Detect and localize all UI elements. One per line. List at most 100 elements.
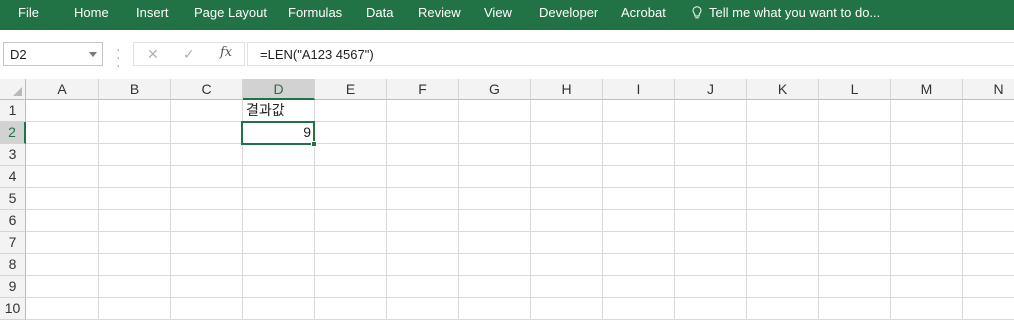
insert-function-button[interactable]: fx xyxy=(220,45,232,60)
cell-m1[interactable] xyxy=(891,100,963,122)
cell-d7[interactable] xyxy=(243,232,315,254)
tab-developer[interactable]: Developer xyxy=(539,0,598,30)
cell-l5[interactable] xyxy=(819,188,891,210)
cell-d6[interactable] xyxy=(243,210,315,232)
cell-e6[interactable] xyxy=(315,210,387,232)
cell-k2[interactable] xyxy=(747,122,819,144)
cell-n5[interactable] xyxy=(963,188,1014,210)
cell-k10[interactable] xyxy=(747,298,819,320)
cell-g6[interactable] xyxy=(459,210,531,232)
cell-a2[interactable] xyxy=(26,122,99,144)
cell-i5[interactable] xyxy=(603,188,675,210)
cell-d1[interactable]: 결과값 xyxy=(243,100,315,122)
cell-e3[interactable] xyxy=(315,144,387,166)
tab-page-layout[interactable]: Page Layout xyxy=(194,0,267,30)
column-header-m[interactable]: M xyxy=(891,79,963,100)
cell-e5[interactable] xyxy=(315,188,387,210)
cell-a7[interactable] xyxy=(26,232,99,254)
cell-e8[interactable] xyxy=(315,254,387,276)
cell-l1[interactable] xyxy=(819,100,891,122)
cell-e4[interactable] xyxy=(315,166,387,188)
cell-m4[interactable] xyxy=(891,166,963,188)
cell-m3[interactable] xyxy=(891,144,963,166)
cell-n3[interactable] xyxy=(963,144,1014,166)
cell-g4[interactable] xyxy=(459,166,531,188)
cell-c1[interactable] xyxy=(171,100,243,122)
cell-m8[interactable] xyxy=(891,254,963,276)
cell-g2[interactable] xyxy=(459,122,531,144)
cell-h4[interactable] xyxy=(531,166,603,188)
cell-f10[interactable] xyxy=(387,298,459,320)
cell-e1[interactable] xyxy=(315,100,387,122)
cell-d8[interactable] xyxy=(243,254,315,276)
cell-g10[interactable] xyxy=(459,298,531,320)
tab-insert[interactable]: Insert xyxy=(136,0,169,30)
cell-j7[interactable] xyxy=(675,232,747,254)
cell-i1[interactable] xyxy=(603,100,675,122)
cell-f4[interactable] xyxy=(387,166,459,188)
cell-m9[interactable] xyxy=(891,276,963,298)
cell-k5[interactable] xyxy=(747,188,819,210)
column-header-a[interactable]: A xyxy=(26,79,99,100)
cell-e10[interactable] xyxy=(315,298,387,320)
cell-b4[interactable] xyxy=(99,166,171,188)
name-box[interactable]: D2 xyxy=(3,42,103,66)
select-all-button[interactable] xyxy=(0,79,26,100)
cell-m10[interactable] xyxy=(891,298,963,320)
cell-n6[interactable] xyxy=(963,210,1014,232)
cell-c5[interactable] xyxy=(171,188,243,210)
cell-g5[interactable] xyxy=(459,188,531,210)
cell-e9[interactable] xyxy=(315,276,387,298)
cell-e7[interactable] xyxy=(315,232,387,254)
cell-k3[interactable] xyxy=(747,144,819,166)
cell-c7[interactable] xyxy=(171,232,243,254)
cell-j2[interactable] xyxy=(675,122,747,144)
cell-l7[interactable] xyxy=(819,232,891,254)
column-header-n[interactable]: N xyxy=(963,79,1014,100)
cell-h3[interactable] xyxy=(531,144,603,166)
cell-h7[interactable] xyxy=(531,232,603,254)
cell-l2[interactable] xyxy=(819,122,891,144)
cell-h6[interactable] xyxy=(531,210,603,232)
cell-m2[interactable] xyxy=(891,122,963,144)
cell-b1[interactable] xyxy=(99,100,171,122)
row-header-8[interactable]: 8 xyxy=(0,254,26,276)
column-header-i[interactable]: I xyxy=(603,79,675,100)
cell-g3[interactable] xyxy=(459,144,531,166)
cell-d2[interactable]: 9 xyxy=(243,122,315,144)
cell-l9[interactable] xyxy=(819,276,891,298)
tab-view[interactable]: View xyxy=(484,0,512,30)
drag-handle-icon[interactable]: · · · xyxy=(116,42,121,72)
cell-b2[interactable] xyxy=(99,122,171,144)
tab-file[interactable]: File xyxy=(18,0,39,30)
cell-c6[interactable] xyxy=(171,210,243,232)
cell-c8[interactable] xyxy=(171,254,243,276)
cell-i4[interactable] xyxy=(603,166,675,188)
cell-i2[interactable] xyxy=(603,122,675,144)
cell-n4[interactable] xyxy=(963,166,1014,188)
tab-formulas[interactable]: Formulas xyxy=(288,0,342,30)
cell-h10[interactable] xyxy=(531,298,603,320)
cell-a1[interactable] xyxy=(26,100,99,122)
cell-j3[interactable] xyxy=(675,144,747,166)
cell-j5[interactable] xyxy=(675,188,747,210)
row-header-10[interactable]: 10 xyxy=(0,298,26,320)
cell-n10[interactable] xyxy=(963,298,1014,320)
cell-f6[interactable] xyxy=(387,210,459,232)
cell-c10[interactable] xyxy=(171,298,243,320)
cell-i7[interactable] xyxy=(603,232,675,254)
cell-b8[interactable] xyxy=(99,254,171,276)
cell-d4[interactable] xyxy=(243,166,315,188)
cell-f1[interactable] xyxy=(387,100,459,122)
cell-h9[interactable] xyxy=(531,276,603,298)
cell-m7[interactable] xyxy=(891,232,963,254)
cell-j6[interactable] xyxy=(675,210,747,232)
cell-f3[interactable] xyxy=(387,144,459,166)
column-header-k[interactable]: K xyxy=(747,79,819,100)
cell-b7[interactable] xyxy=(99,232,171,254)
row-header-5[interactable]: 5 xyxy=(0,188,26,210)
formula-input[interactable]: =LEN("A123 4567") xyxy=(247,42,1014,66)
cell-m5[interactable] xyxy=(891,188,963,210)
cell-n2[interactable] xyxy=(963,122,1014,144)
cell-b9[interactable] xyxy=(99,276,171,298)
